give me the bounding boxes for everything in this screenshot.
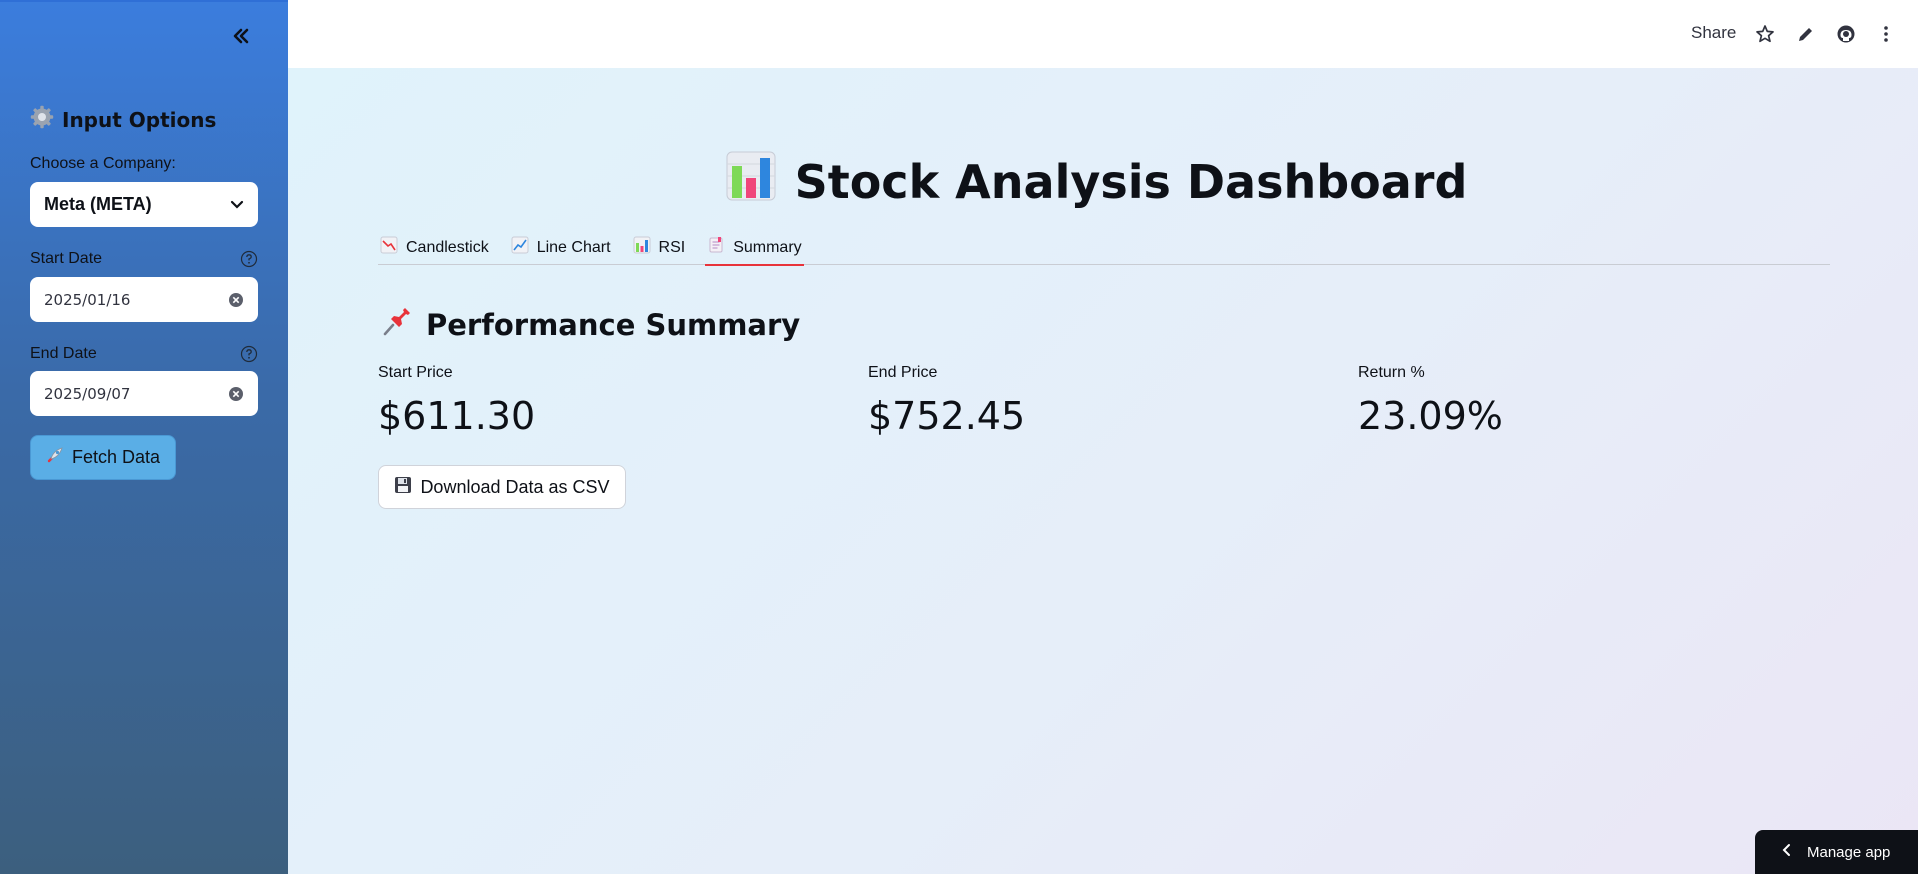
star-icon[interactable]	[1755, 24, 1775, 44]
metric-label: Return %	[1358, 364, 1425, 381]
company-select-value: Meta (META)	[44, 194, 152, 214]
github-icon[interactable]	[1836, 24, 1856, 44]
help-icon[interactable]	[240, 345, 258, 363]
tab-bar: Candlestick Line Chart RSI Summary	[378, 230, 1830, 266]
metric-return: Return % 23.09%	[1358, 364, 1503, 438]
tab-rsi[interactable]: RSI	[631, 230, 688, 265]
end-date-label: End Date	[30, 345, 97, 362]
tab-label: Summary	[733, 238, 802, 256]
tab-label: RSI	[658, 238, 686, 256]
end-date-input[interactable]: 2025/09/07	[30, 371, 258, 416]
bar-chart-icon	[725, 150, 777, 213]
section-title-text: Performance Summary	[426, 307, 801, 342]
chevron-left-icon	[1781, 843, 1791, 861]
collapse-sidebar-icon[interactable]	[226, 22, 256, 50]
page-title: Stock Analysis Dashboard	[288, 150, 1904, 213]
chevron-down-icon	[230, 194, 244, 215]
pushpin-icon	[380, 304, 414, 345]
metric-value: 23.09%	[1358, 394, 1503, 438]
tab-label: Line Chart	[536, 238, 611, 256]
tab-candlestick[interactable]: Candlestick	[378, 230, 491, 265]
page-title-text: Stock Analysis Dashboard	[794, 154, 1468, 209]
tab-summary[interactable]: Summary	[705, 230, 805, 266]
end-date-value: 2025/09/07	[44, 384, 131, 403]
company-label: Choose a Company:	[30, 155, 176, 172]
chart-decreasing-icon	[380, 236, 398, 259]
start-date-input[interactable]: 2025/01/16	[30, 277, 258, 322]
metric-value: $752.45	[868, 394, 1026, 438]
section-title: Performance Summary	[380, 304, 800, 345]
start-date-label: Start Date	[30, 250, 103, 267]
company-select[interactable]: Meta (META)	[30, 182, 258, 227]
tab-line-chart[interactable]: Line Chart	[509, 230, 613, 265]
metric-end-price: End Price $752.45	[868, 364, 1025, 438]
sidebar: Input Options Choose a Company: Meta (ME…	[0, 0, 288, 874]
download-csv-label: Download Data as CSV	[420, 476, 610, 497]
clear-icon[interactable]	[228, 386, 244, 402]
bar-chart-icon	[633, 236, 651, 259]
start-date-value: 2025/01/16	[44, 290, 131, 309]
top-header: Share	[288, 0, 1918, 68]
bookmark-tabs-icon	[707, 236, 725, 259]
share-button[interactable]: Share	[1691, 23, 1736, 43]
download-csv-button[interactable]: Download Data as CSV	[378, 465, 626, 509]
chart-increasing-icon	[511, 236, 529, 259]
fetch-data-button[interactable]: Fetch Data	[30, 435, 176, 480]
main-content: Stock Analysis Dashboard Candlestick Lin…	[288, 68, 1918, 874]
pencil-icon[interactable]	[1796, 24, 1816, 44]
gear-icon	[30, 105, 54, 134]
metric-label: Start Price	[378, 364, 453, 381]
floppy-disk-icon	[394, 476, 412, 499]
rocket-icon	[46, 446, 64, 469]
metric-label: End Price	[868, 364, 938, 381]
manage-app-button[interactable]: Manage app	[1755, 830, 1918, 874]
fetch-data-label: Fetch Data	[71, 447, 161, 467]
help-icon[interactable]	[240, 250, 258, 268]
sidebar-title-text: Input Options	[62, 107, 217, 132]
metric-start-price: Start Price $611.30	[378, 364, 535, 438]
more-menu-icon[interactable]	[1876, 24, 1896, 44]
clear-icon[interactable]	[228, 292, 244, 308]
sidebar-title: Input Options	[30, 105, 216, 134]
manage-app-label: Manage app	[1807, 843, 1891, 861]
tab-label: Candlestick	[406, 238, 489, 256]
metric-value: $611.30	[378, 394, 536, 438]
